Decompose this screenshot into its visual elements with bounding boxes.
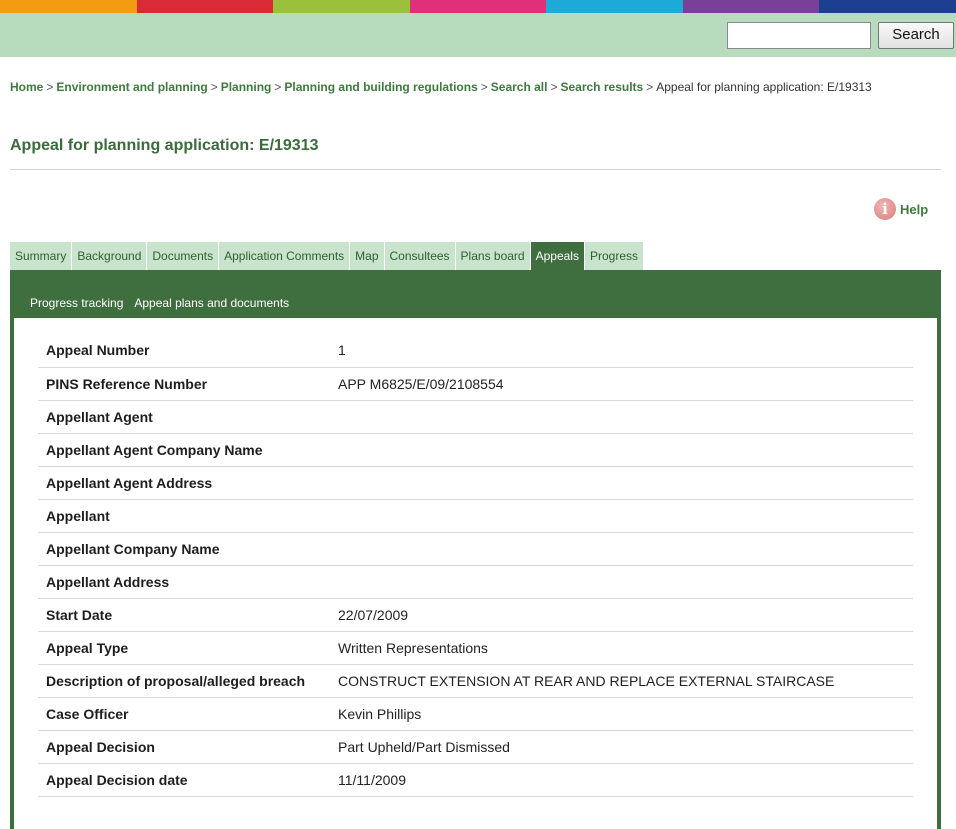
breadcrumb-link-planning[interactable]: Planning: [221, 80, 272, 94]
table-row: Case Officer Kevin Phillips: [38, 697, 913, 731]
table-row: Appellant Address: [38, 565, 913, 599]
stripe-segment: [819, 0, 956, 13]
field-value: Part Upheld/Part Dismissed: [338, 730, 913, 764]
stripe-segment: [409, 0, 547, 13]
tab-bar: Summary Background Documents Application Co…: [10, 242, 644, 270]
table-row: Description of proposal/alleged breach CO…: [38, 664, 913, 698]
field-label: Appellant Agent Address: [38, 466, 338, 500]
table-row: Appeal Number 1: [38, 334, 913, 368]
stripe-segment: [273, 0, 410, 13]
page-title: Appeal for planning application: E/19313: [10, 137, 319, 154]
table-row: Appellant Agent: [38, 400, 913, 434]
help-link[interactable]: i Help: [874, 198, 928, 220]
stripe-segment: [546, 0, 683, 13]
breadcrumb-separator: >: [550, 80, 558, 94]
field-value: [338, 565, 913, 599]
field-value: [338, 532, 913, 566]
breadcrumb-separator: >: [46, 80, 54, 94]
table-row: Appeal Decision Part Upheld/Part Dismisse…: [38, 730, 913, 764]
sub-navigation: Progress tracking Appeal plans and docum…: [30, 296, 289, 310]
breadcrumb-separator: >: [480, 80, 488, 94]
tab-appeals[interactable]: Appeals: [530, 242, 585, 270]
field-label: Description of proposal/alleged breach: [38, 664, 338, 698]
table-row: Appeal Decision date 11/11/2009: [38, 763, 913, 797]
tab-documents[interactable]: Documents: [147, 242, 220, 270]
breadcrumb-link-regulations[interactable]: Planning and building regulations: [284, 80, 477, 94]
field-value: CONSTRUCT EXTENSION AT REAR AND REPLACE …: [338, 664, 913, 698]
field-value: 22/07/2009: [338, 598, 913, 632]
tab-background[interactable]: Background: [72, 242, 148, 270]
field-label: Appellant Address: [38, 565, 338, 599]
field-value: 1: [338, 334, 913, 368]
help-label: Help: [900, 201, 929, 217]
header-color-stripe: [0, 0, 956, 13]
search-input[interactable]: [727, 22, 871, 49]
field-label: Appellant Company Name: [38, 532, 338, 566]
tab-application-comments[interactable]: Application Comments: [219, 242, 351, 270]
breadcrumb: Home > Environment and planning > Planning > P…: [10, 79, 940, 96]
breadcrumb-link-search-results[interactable]: Search results: [560, 80, 643, 94]
field-value: APP M6825/E/09/2108554: [338, 367, 913, 401]
subnav-progress-tracking[interactable]: Progress tracking: [30, 296, 123, 310]
field-label: Appeal Decision date: [38, 763, 338, 797]
field-label: Appeal Type: [38, 631, 338, 665]
table-row: Appellant Agent Company Name: [38, 433, 913, 467]
tab-summary[interactable]: Summary: [10, 242, 73, 270]
field-label: Appellant: [38, 499, 338, 533]
field-label: Appellant Agent Company Name: [38, 433, 338, 467]
search-button[interactable]: Search: [878, 22, 954, 49]
info-icon: i: [874, 198, 896, 220]
field-label: Appeal Decision: [38, 730, 338, 764]
field-value: Kevin Phillips: [338, 697, 913, 731]
breadcrumb-link-environment[interactable]: Environment and planning: [56, 80, 207, 94]
subnav-appeal-plans-documents[interactable]: Appeal plans and documents: [134, 296, 289, 310]
field-label: Appeal Number: [38, 334, 338, 368]
table-row: PINS Reference Number APP M6825/E/09/2108…: [38, 367, 913, 401]
table-row: Appellant Company Name: [38, 532, 913, 566]
appeal-details-table: Appeal Number 1 PINS Reference Number APP M…: [38, 334, 913, 797]
breadcrumb-link-search-all[interactable]: Search all: [491, 80, 548, 94]
table-row: Appellant: [38, 499, 913, 533]
field-value: [338, 400, 913, 434]
table-row: Start Date 22/07/2009: [38, 598, 913, 632]
field-value: [338, 466, 913, 500]
field-label: Start Date: [38, 598, 338, 632]
tab-consultees[interactable]: Consultees: [384, 242, 456, 270]
stripe-segment: [0, 0, 137, 13]
table-row: Appellant Agent Address: [38, 466, 913, 500]
field-label: Appellant Agent: [38, 400, 338, 434]
breadcrumb-separator: >: [646, 80, 654, 94]
breadcrumb-separator: >: [210, 80, 218, 94]
breadcrumb-link-home[interactable]: Home: [10, 80, 43, 94]
tab-plans-board[interactable]: Plans board: [455, 242, 531, 270]
breadcrumb-separator: >: [274, 80, 282, 94]
field-value: [338, 433, 913, 467]
field-value: Written Representations: [338, 631, 913, 665]
breadcrumb-current: Appeal for planning application: E/19313: [656, 80, 872, 94]
field-value: 11/11/2009: [338, 763, 913, 797]
field-label: Case Officer: [38, 697, 338, 731]
table-row: Appeal Type Written Representations: [38, 631, 913, 665]
field-label: PINS Reference Number: [38, 367, 338, 401]
stripe-segment: [682, 0, 820, 13]
stripe-segment: [136, 0, 274, 13]
field-value: [338, 499, 913, 533]
title-divider: [10, 169, 941, 170]
tab-progress[interactable]: Progress: [584, 242, 644, 270]
tab-map[interactable]: Map: [350, 242, 385, 270]
